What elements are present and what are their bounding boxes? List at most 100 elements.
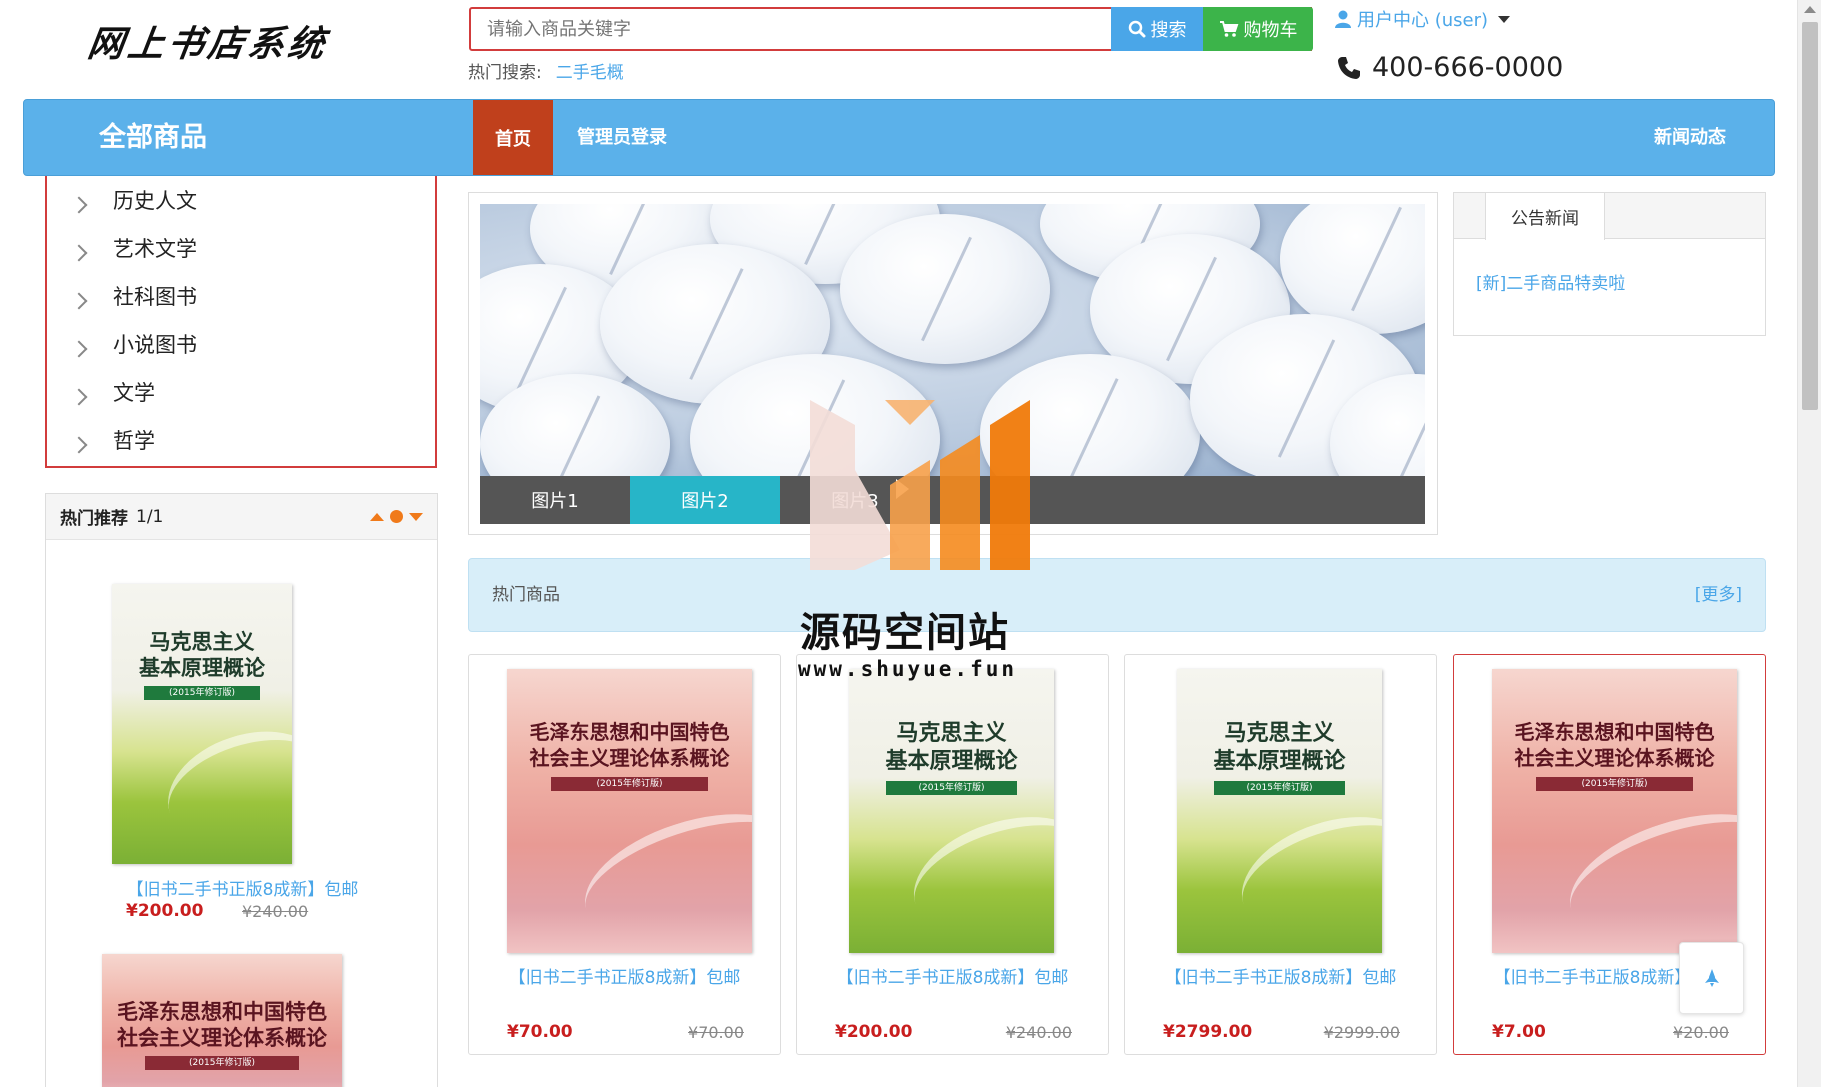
cover-band: (2015年修订版) bbox=[144, 686, 260, 700]
rocket-icon bbox=[1704, 969, 1719, 987]
notice-tabs: 公告新闻 bbox=[1454, 193, 1765, 240]
nav-news[interactable]: 新闻动态 bbox=[1654, 100, 1726, 175]
user-icon bbox=[1335, 10, 1351, 28]
search-button-label: 搜索 bbox=[1150, 20, 1187, 41]
product-price: ¥70.00 bbox=[507, 1022, 573, 1042]
hot-search: 热门搜索: 二手毛概 bbox=[468, 58, 624, 83]
back-to-top-button[interactable] bbox=[1679, 942, 1744, 1014]
cover-decoration bbox=[1226, 796, 1382, 953]
product-card[interactable]: 马克思主义 基本原理概论 (2015年修订版) 【旧书二手书正版8成新】包邮 ¥… bbox=[1124, 654, 1437, 1055]
phone-text: 400-666-0000 bbox=[1372, 52, 1564, 83]
category-label: 文学 bbox=[113, 381, 155, 405]
notice-item-link[interactable]: [新]二手商品特卖啦 bbox=[1476, 269, 1625, 294]
nav-admin-login[interactable]: 管理员登录 bbox=[577, 100, 667, 175]
nav-home[interactable]: 首页 bbox=[473, 100, 553, 175]
arrow-up-icon[interactable] bbox=[370, 512, 384, 521]
site-logo[interactable]: 网上书店系统 bbox=[84, 16, 332, 72]
notice-panel: 公告新闻 [新]二手商品特卖啦 bbox=[1453, 192, 1766, 336]
chevron-down-icon bbox=[1498, 15, 1511, 23]
watermark-text: 源码空间站 bbox=[800, 610, 1010, 656]
book-cover-image[interactable]: 马克思主义 基本原理概论 (2015年修订版) bbox=[1177, 669, 1382, 953]
cover-title-line: 马克思主义 bbox=[1224, 721, 1335, 746]
book-cover-image[interactable]: 毛泽东思想和中国特色 社会主义理论体系概论 (2015年修订版) bbox=[1492, 669, 1737, 953]
product-price: ¥200.00 bbox=[126, 901, 204, 921]
category-item[interactable]: 小说图书 bbox=[47, 320, 435, 368]
product-old-price: ¥240.00 bbox=[1005, 1023, 1072, 1042]
carousel-tab-1[interactable]: 图片1 bbox=[480, 476, 630, 524]
cover-title-line: 社会主义理论体系概论 bbox=[117, 1026, 327, 1050]
cover-decoration bbox=[569, 790, 752, 953]
hot-recommend-page: 1/1 bbox=[136, 506, 164, 527]
category-item[interactable]: 哲学 bbox=[47, 416, 435, 464]
book-cover-image[interactable]: 毛泽东思想和中国特色 社会主义理论体系概论 (2015年修订版) bbox=[102, 954, 342, 1087]
product-title-link[interactable]: 【旧书二手书正版8成新】包邮 bbox=[46, 875, 439, 900]
product-old-price: ¥2999.00 bbox=[1323, 1023, 1400, 1042]
search-button[interactable]: 搜索 bbox=[1111, 7, 1203, 51]
tab-notice-news[interactable]: 公告新闻 bbox=[1485, 193, 1605, 240]
watermark-url: www.shuyue.fun bbox=[798, 657, 1018, 681]
category-item[interactable]: 艺术文学 bbox=[47, 224, 435, 272]
category-label: 社科图书 bbox=[113, 285, 197, 309]
cover-title-line: 基本原理概论 bbox=[139, 656, 265, 680]
search-icon bbox=[1128, 20, 1145, 38]
product-title-link[interactable]: 【旧书二手书正版8成新】包邮 bbox=[469, 963, 780, 988]
category-item[interactable]: 社科图书 bbox=[47, 272, 435, 320]
category-item[interactable]: 文学 bbox=[47, 368, 435, 416]
cover-decoration bbox=[898, 796, 1054, 953]
cart-icon bbox=[1219, 21, 1238, 37]
arrow-down-icon[interactable] bbox=[409, 512, 423, 521]
dot-icon[interactable] bbox=[390, 510, 403, 523]
hot-search-link[interactable]: 二手毛概 bbox=[556, 63, 624, 83]
cover-band: (2015年修订版) bbox=[1213, 781, 1346, 795]
cover-title-line: 毛泽东思想和中国特色 bbox=[529, 720, 730, 744]
product-old-price: ¥70.00 bbox=[688, 1023, 744, 1042]
hot-goods-more-link[interactable]: [更多] bbox=[1695, 559, 1742, 631]
cover-title-line: 毛泽东思想和中国特色 bbox=[117, 1000, 327, 1024]
category-list: 历史人文 艺术文学 社科图书 小说图书 文学 哲学 bbox=[45, 176, 437, 468]
main-nav: 全部商品 首页 管理员登录 新闻动态 bbox=[23, 99, 1775, 176]
cover-title-line: 社会主义理论体系概论 bbox=[529, 746, 730, 770]
cover-title-line: 社会主义理论体系概论 bbox=[1514, 746, 1715, 770]
chevron-right-icon bbox=[70, 196, 88, 214]
product-card[interactable]: 马克思主义 基本原理概论 (2015年修订版) 【旧书二手书正版8成新】包邮 ¥… bbox=[796, 654, 1109, 1055]
category-item[interactable]: 历史人文 bbox=[47, 176, 435, 224]
product-old-price: ¥240.00 bbox=[242, 902, 309, 921]
user-center-label: 用户中心 (user) bbox=[1357, 10, 1489, 31]
category-label: 历史人文 bbox=[113, 189, 197, 213]
scroll-up-icon[interactable] bbox=[1804, 6, 1816, 13]
chevron-right-icon bbox=[70, 436, 88, 454]
category-label: 小说图书 bbox=[113, 333, 197, 357]
product-card[interactable]: 毛泽东思想和中国特色 社会主义理论体系概论 (2015年修订版) 【旧书二手书正… bbox=[468, 654, 781, 1055]
chevron-right-icon bbox=[70, 244, 88, 262]
product-title-link[interactable]: 【旧书二手书正版8成新】包邮 bbox=[1125, 963, 1436, 988]
hot-goods-header: 热门商品 [更多] bbox=[468, 558, 1766, 632]
product-price: ¥2799.00 bbox=[1163, 1022, 1253, 1042]
category-label: 哲学 bbox=[113, 429, 155, 453]
cart-button[interactable]: 购物车 bbox=[1203, 7, 1313, 51]
product-price: ¥200.00 bbox=[835, 1022, 913, 1042]
cover-title-line: 马克思主义 bbox=[896, 721, 1007, 746]
cover-decoration bbox=[1554, 790, 1737, 953]
hot-recommend-panel: 热门推荐 1/1 马克思主义 基本原理概论 (2015年修订版) 【旧书二手书正… bbox=[45, 493, 438, 1087]
cover-title-line: 毛泽东思想和中国特色 bbox=[1514, 720, 1715, 744]
nav-all-goods[interactable]: 全部商品 bbox=[99, 100, 207, 175]
cover-title-line: 马克思主义 bbox=[149, 630, 255, 654]
chevron-right-icon bbox=[70, 388, 88, 406]
hot-goods-title: 热门商品 bbox=[492, 585, 560, 605]
book-cover-image[interactable]: 马克思主义 基本原理概论 (2015年修订版) bbox=[849, 669, 1054, 953]
hot-recommend-header: 热门推荐 1/1 bbox=[46, 494, 437, 540]
product-old-price: ¥20.00 bbox=[1673, 1023, 1729, 1042]
phone-number: 400-666-0000 bbox=[1336, 52, 1563, 83]
product-title-link[interactable]: 【旧书二手书正版8成新】包邮 bbox=[797, 963, 1108, 988]
page-scrollbar[interactable] bbox=[1797, 0, 1821, 1087]
user-center-dropdown[interactable]: 用户中心 (user) bbox=[1335, 6, 1511, 32]
product-price: ¥7.00 bbox=[1492, 1022, 1546, 1042]
book-cover-image[interactable]: 马克思主义 基本原理概论 (2015年修订版) bbox=[112, 584, 292, 864]
scrollbar-thumb[interactable] bbox=[1802, 22, 1818, 410]
cover-title-line: 基本原理概论 bbox=[885, 749, 1018, 774]
carousel-tab-2[interactable]: 图片2 bbox=[630, 476, 780, 524]
cover-band: (2015年修订版) bbox=[551, 777, 708, 791]
cover-band: (2015年修订版) bbox=[1536, 777, 1693, 791]
cover-band: (2015年修订版) bbox=[885, 781, 1018, 795]
book-cover-image[interactable]: 毛泽东思想和中国特色 社会主义理论体系概论 (2015年修订版) bbox=[507, 669, 752, 953]
